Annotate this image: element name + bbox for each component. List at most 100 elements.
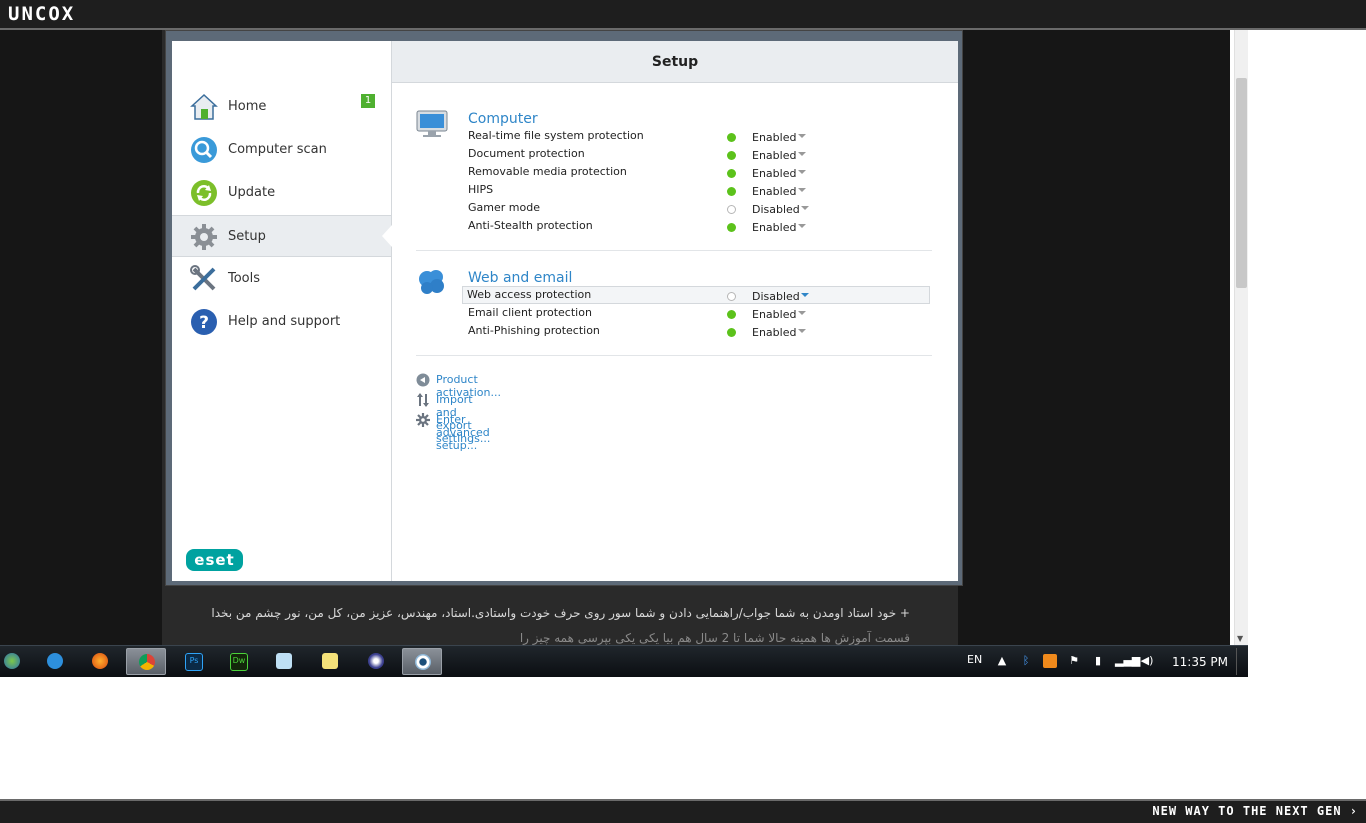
- magnifier-icon: [191, 137, 217, 163]
- start-orb-icon: [4, 653, 20, 669]
- chevron-down-icon[interactable]: [801, 206, 809, 210]
- chevron-down-icon[interactable]: [798, 152, 806, 156]
- setting-row-anti-stealth[interactable]: Anti-Stealth protection Enabled: [464, 218, 930, 236]
- status-dropdown[interactable]: Enabled: [752, 221, 796, 234]
- chevron-down-icon[interactable]: [798, 224, 806, 228]
- status-dot-disabled: [727, 292, 736, 301]
- cloud-icon: [419, 270, 444, 294]
- volume-icon[interactable]: ◀): [1140, 654, 1154, 668]
- chevron-down-icon[interactable]: [798, 170, 806, 174]
- setting-row-anti-phishing[interactable]: Anti-Phishing protection Enabled: [464, 323, 930, 341]
- page-background-left: [0, 30, 162, 645]
- scroll-down-arrow-icon[interactable]: ▼: [1237, 634, 1243, 643]
- site-header: UNCOX: [0, 0, 1366, 30]
- question-icon: ?: [191, 309, 217, 335]
- browser-scrollbar[interactable]: ▼: [1234, 30, 1248, 645]
- setting-row-web-access[interactable]: Web access protection Disabled: [462, 286, 930, 304]
- taskbar-notepad[interactable]: [264, 648, 304, 675]
- setting-row-document-protection[interactable]: Document protection Enabled: [464, 146, 930, 164]
- chevron-down-icon[interactable]: [798, 329, 806, 333]
- eset-client-area: Home 1 Computer scan Update Setup Tools …: [172, 41, 958, 581]
- nav-item-home[interactable]: Home 1: [172, 86, 391, 128]
- taskbar-internet-explorer[interactable]: [35, 648, 75, 675]
- nav-item-computer-scan[interactable]: Computer scan: [172, 129, 391, 171]
- bluetooth-icon[interactable]: ᛒ: [1019, 654, 1033, 668]
- status-dropdown[interactable]: Enabled: [752, 149, 796, 162]
- status-dot-disabled: [727, 205, 736, 214]
- taskbar-photoshop[interactable]: Ps: [173, 648, 213, 675]
- home-icon: [190, 93, 218, 120]
- taskbar-sticky-notes[interactable]: [310, 648, 350, 675]
- firefox-icon: [92, 653, 108, 669]
- status-dropdown[interactable]: Disabled: [752, 203, 800, 216]
- setting-label: Anti-Phishing protection: [468, 324, 600, 337]
- taskbar-firefox[interactable]: [80, 648, 120, 675]
- site-logo[interactable]: UNCOX: [8, 3, 75, 25]
- taskbar-eset[interactable]: [402, 648, 442, 675]
- chevron-down-icon[interactable]: [798, 188, 806, 192]
- dreamweaver-icon: Dw: [230, 653, 248, 671]
- eset-tray-icon[interactable]: [1043, 654, 1057, 668]
- nav-item-tools[interactable]: Tools: [172, 258, 391, 300]
- scrollbar-thumb[interactable]: [1236, 78, 1247, 288]
- nav-label-help-and-support: Help and support: [228, 314, 341, 329]
- language-indicator[interactable]: EN: [967, 653, 982, 666]
- section-title-web-and-email[interactable]: Web and email: [468, 270, 572, 286]
- eset-icon: [415, 654, 431, 670]
- setting-row-email-client[interactable]: Email client protection Enabled: [464, 305, 930, 323]
- start-button[interactable]: [0, 648, 32, 675]
- setting-row-removable-media[interactable]: Removable media protection Enabled: [464, 164, 930, 182]
- setting-row-gamer-mode[interactable]: Gamer mode Disabled: [464, 200, 930, 218]
- setting-label: Removable media protection: [468, 165, 627, 178]
- status-dropdown[interactable]: Enabled: [752, 167, 796, 180]
- network-signal-icon[interactable]: ▂▄▆: [1115, 654, 1140, 668]
- nav-label-update: Update: [228, 185, 276, 200]
- active-indicator-arrow: [382, 225, 392, 247]
- nav-label-home: Home: [228, 99, 267, 114]
- nav-item-help-and-support[interactable]: ? Help and support: [172, 301, 391, 343]
- link-label[interactable]: Enter advanced setup...: [436, 413, 490, 452]
- power-icon[interactable]: ▮: [1091, 654, 1105, 668]
- chevron-down-icon[interactable]: [801, 293, 809, 297]
- status-dot-enabled: [727, 328, 736, 337]
- status-dot-enabled: [727, 133, 736, 142]
- setting-label: HIPS: [468, 183, 494, 196]
- chevron-down-icon[interactable]: [798, 134, 806, 138]
- status-dropdown[interactable]: Disabled: [752, 290, 800, 303]
- status-dropdown[interactable]: Enabled: [752, 308, 796, 321]
- show-desktop-button[interactable]: [1236, 648, 1247, 675]
- nav-item-update[interactable]: Update: [172, 172, 391, 214]
- status-dot-enabled: [727, 187, 736, 196]
- setting-row-real-time-protection[interactable]: Real-time file system protection Enabled: [464, 128, 930, 146]
- action-center-flag-icon[interactable]: ⚑: [1067, 654, 1081, 668]
- setting-label: Web access protection: [467, 288, 592, 301]
- taskbar-dreamweaver[interactable]: Dw: [218, 648, 258, 675]
- setting-label: Anti-Stealth protection: [468, 219, 593, 232]
- section-title-computer[interactable]: Computer: [468, 111, 538, 127]
- setting-label: Email client protection: [468, 306, 592, 319]
- taskbar-chrome[interactable]: [126, 648, 166, 675]
- status-dropdown[interactable]: Enabled: [752, 185, 796, 198]
- show-hidden-icons-icon[interactable]: ▲: [995, 654, 1009, 668]
- status-dot-enabled: [727, 223, 736, 232]
- status-dropdown[interactable]: Enabled: [752, 326, 796, 339]
- nav-label-setup: Setup: [228, 229, 266, 244]
- forum-post-text-faded: قسمت آموزش ها همینه حالا شما تا 2 سال هم…: [519, 631, 910, 645]
- taskbar-eclipse[interactable]: [356, 648, 396, 675]
- section-divider: [416, 355, 932, 356]
- nav-item-setup[interactable]: Setup: [172, 215, 392, 257]
- gear-icon: [191, 224, 217, 250]
- chevron-down-icon[interactable]: [798, 311, 806, 315]
- internet-explorer-icon: [47, 653, 63, 669]
- status-dropdown[interactable]: Enabled: [752, 131, 796, 144]
- svg-text:?: ?: [199, 313, 209, 333]
- notification-badge: 1: [361, 94, 375, 108]
- setting-row-hips[interactable]: HIPS Enabled: [464, 182, 930, 200]
- system-clock[interactable]: 11:35 PM: [1172, 655, 1228, 669]
- tools-icon: [190, 265, 216, 291]
- eset-logo: eset: [186, 549, 243, 571]
- forum-post-text: + خود استاد اومدن به شما جواب/راهنمایی د…: [211, 606, 910, 620]
- site-tagline[interactable]: NEW WAY TO THE NEXT GEN ›: [1152, 804, 1358, 818]
- notepad-icon: [276, 653, 292, 669]
- page-background-right: [958, 30, 1230, 645]
